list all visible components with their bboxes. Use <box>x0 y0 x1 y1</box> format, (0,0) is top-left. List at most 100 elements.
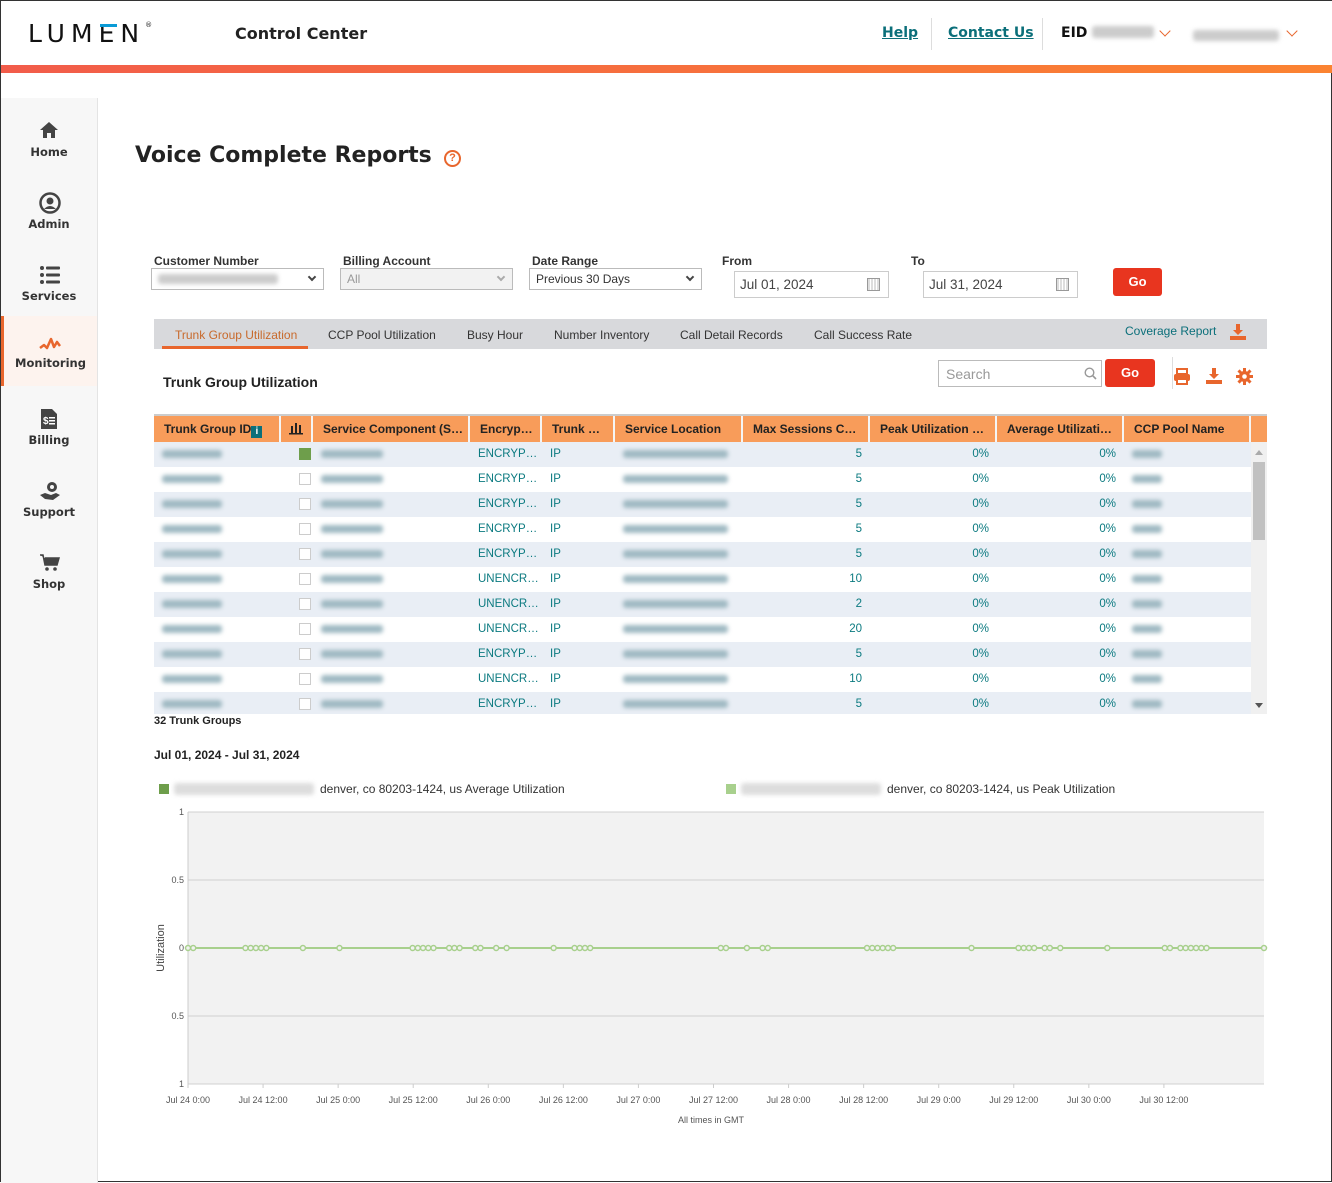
row-chart-checkbox[interactable] <box>299 698 311 710</box>
sidebar-item-monitoring[interactable]: Monitoring <box>1 316 97 386</box>
search-placeholder: Search <box>946 366 991 382</box>
tab-call-success-rate[interactable]: Call Success Rate <box>814 328 912 342</box>
peak-utilization-point <box>299 944 307 952</box>
peak-utilization-point <box>1198 944 1205 952</box>
row-chart-checkbox[interactable] <box>299 473 311 485</box>
col-header-peak-utilization[interactable]: Peak Utilization … <box>870 416 997 442</box>
sidebar-item-support[interactable]: Support <box>1 465 97 535</box>
date-range-select[interactable]: Previous 30 Days <box>529 268 702 290</box>
table-row[interactable]: UNENCR… IP 2 0% 0% <box>154 592 1251 617</box>
sidebar-item-billing[interactable]: $ Billing <box>1 393 97 463</box>
sidebar-item-home[interactable]: Home <box>1 105 97 175</box>
table-row[interactable]: ENCRYP… IP 5 0% 0% <box>154 642 1251 667</box>
x-tick-label: Jul 30 0:00 <box>1067 1095 1111 1105</box>
billing-account-select[interactable]: All <box>340 268 513 290</box>
col-header-chart-toggle[interactable] <box>281 416 313 442</box>
row-chart-checkbox[interactable] <box>299 448 311 460</box>
tab-busy-hour[interactable]: Busy Hour <box>467 328 523 342</box>
table-row[interactable]: UNENCR… IP 10 0% 0% <box>154 667 1251 692</box>
customer-number-select[interactable] <box>151 268 324 290</box>
sidebar-item-admin[interactable]: Admin <box>1 177 97 247</box>
x-tick-label: Jul 30 12:00 <box>1139 1095 1188 1105</box>
cart-icon <box>40 554 60 571</box>
legend-peak-utilization[interactable]: denver, co 80203-1424, us Peak Utilizati… <box>726 782 1115 796</box>
col-header-trunk-type[interactable]: Trunk … <box>542 416 615 442</box>
row-chart-checkbox[interactable] <box>299 598 311 610</box>
search-go-button[interactable]: Go <box>1105 359 1155 387</box>
redacted-value <box>623 624 728 633</box>
row-chart-checkbox[interactable] <box>299 523 311 535</box>
chevron-down-icon[interactable] <box>1286 25 1298 37</box>
col-header-ccp-pool-name[interactable]: CCP Pool Name <box>1124 416 1251 442</box>
tab-number-inventory[interactable]: Number Inventory <box>554 328 649 342</box>
chevron-down-icon <box>496 272 506 282</box>
scroll-down-icon[interactable] <box>1255 703 1263 708</box>
cell-trunk: IP <box>550 648 561 660</box>
invoice-icon: $ <box>41 409 57 429</box>
cell-peak: 0% <box>972 573 989 585</box>
x-tick-label: Jul 29 0:00 <box>917 1095 961 1105</box>
row-chart-checkbox[interactable] <box>299 573 311 585</box>
redacted-value <box>162 449 222 458</box>
sidebar-item-shop[interactable]: Shop <box>1 537 97 607</box>
table-row[interactable]: UNENCR… IP 10 0% 0% <box>154 567 1251 592</box>
calendar-icon[interactable] <box>1056 278 1069 291</box>
redacted-value <box>623 599 728 608</box>
help-link[interactable]: Help <box>882 25 918 41</box>
col-header-service-component[interactable]: Service Component (S… <box>313 416 470 442</box>
cell-max-sessions: 10 <box>849 673 862 685</box>
settings-gear-icon[interactable] <box>1236 368 1253 385</box>
col-header-max-sessions[interactable]: Max Sessions C… <box>743 416 870 442</box>
tab-trunk-group-utilization[interactable]: Trunk Group Utilization <box>175 328 297 342</box>
table-row[interactable]: ENCRYP… IP 5 0% 0% <box>154 467 1251 492</box>
tab-call-detail-records[interactable]: Call Detail Records <box>680 328 783 342</box>
col-header-trunk-group-id[interactable]: Trunk Group ID i <box>154 416 281 442</box>
contact-us-link[interactable]: Contact Us <box>948 25 1034 41</box>
list-icon <box>40 266 60 284</box>
info-icon[interactable]: i <box>251 426 263 438</box>
legend-average-utilization[interactable]: denver, co 80203-1424, us Average Utiliz… <box>159 782 565 796</box>
scroll-up-icon[interactable] <box>1255 450 1263 455</box>
search-icon[interactable] <box>1084 367 1097 380</box>
lumen-logo[interactable]: LUMEN® <box>28 19 152 48</box>
print-icon[interactable] <box>1173 368 1191 385</box>
to-date-input[interactable]: Jul 31, 2024 <box>923 271 1078 298</box>
help-icon[interactable]: ? <box>444 150 461 167</box>
coverage-report-link[interactable]: Coverage Report <box>1125 324 1216 338</box>
search-input[interactable]: Search <box>938 360 1102 387</box>
download-icon[interactable] <box>1205 367 1223 385</box>
cell-redacted <box>313 567 470 592</box>
tab-ccp-pool-utilization[interactable]: CCP Pool Utilization <box>328 328 436 342</box>
grid-scrollbar[interactable] <box>1251 442 1267 714</box>
col-header-service-location[interactable]: Service Location <box>615 416 743 442</box>
row-chart-checkbox[interactable] <box>299 673 311 685</box>
row-chart-checkbox[interactable] <box>299 548 311 560</box>
download-icon[interactable] <box>1229 323 1247 341</box>
table-row[interactable]: ENCRYP… IP 5 0% 0% <box>154 542 1251 567</box>
table-row[interactable]: ENCRYP… IP 5 0% 0% <box>154 517 1251 542</box>
table-row[interactable]: ENCRYP… IP 5 0% 0% <box>154 442 1251 467</box>
eid-selector[interactable]: EID <box>1061 25 1155 41</box>
row-chart-checkbox[interactable] <box>299 648 311 660</box>
row-chart-checkbox[interactable] <box>299 498 311 510</box>
table-row[interactable]: ENCRYP… IP 5 0% 0% <box>154 692 1251 714</box>
legend-swatch <box>726 784 736 794</box>
row-chart-checkbox[interactable] <box>299 623 311 635</box>
scrollbar-thumb[interactable] <box>1253 462 1265 540</box>
x-tick-label: Jul 28 0:00 <box>767 1095 811 1105</box>
from-date-input[interactable]: Jul 01, 2024 <box>734 271 889 298</box>
table-row[interactable]: ENCRYP… IP 5 0% 0% <box>154 492 1251 517</box>
cell-redacted <box>1124 692 1251 714</box>
user-name-redacted[interactable] <box>1193 30 1279 41</box>
col-header-encryption[interactable]: Encryp… <box>470 416 542 442</box>
chevron-down-icon[interactable] <box>1159 25 1171 37</box>
col-header-average-utilization[interactable]: Average Utilizati… <box>997 416 1124 442</box>
peak-utilization-point <box>1057 944 1064 952</box>
sidebar-item-services[interactable]: Services <box>1 249 97 319</box>
calendar-icon[interactable] <box>867 278 880 291</box>
table-row[interactable]: UNENCR… IP 20 0% 0% <box>154 617 1251 642</box>
cell-redacted <box>313 467 470 492</box>
filter-go-button[interactable]: Go <box>1113 268 1162 296</box>
y-axis-title: Utilization <box>155 924 167 972</box>
cell-peak: 0% <box>972 523 989 535</box>
